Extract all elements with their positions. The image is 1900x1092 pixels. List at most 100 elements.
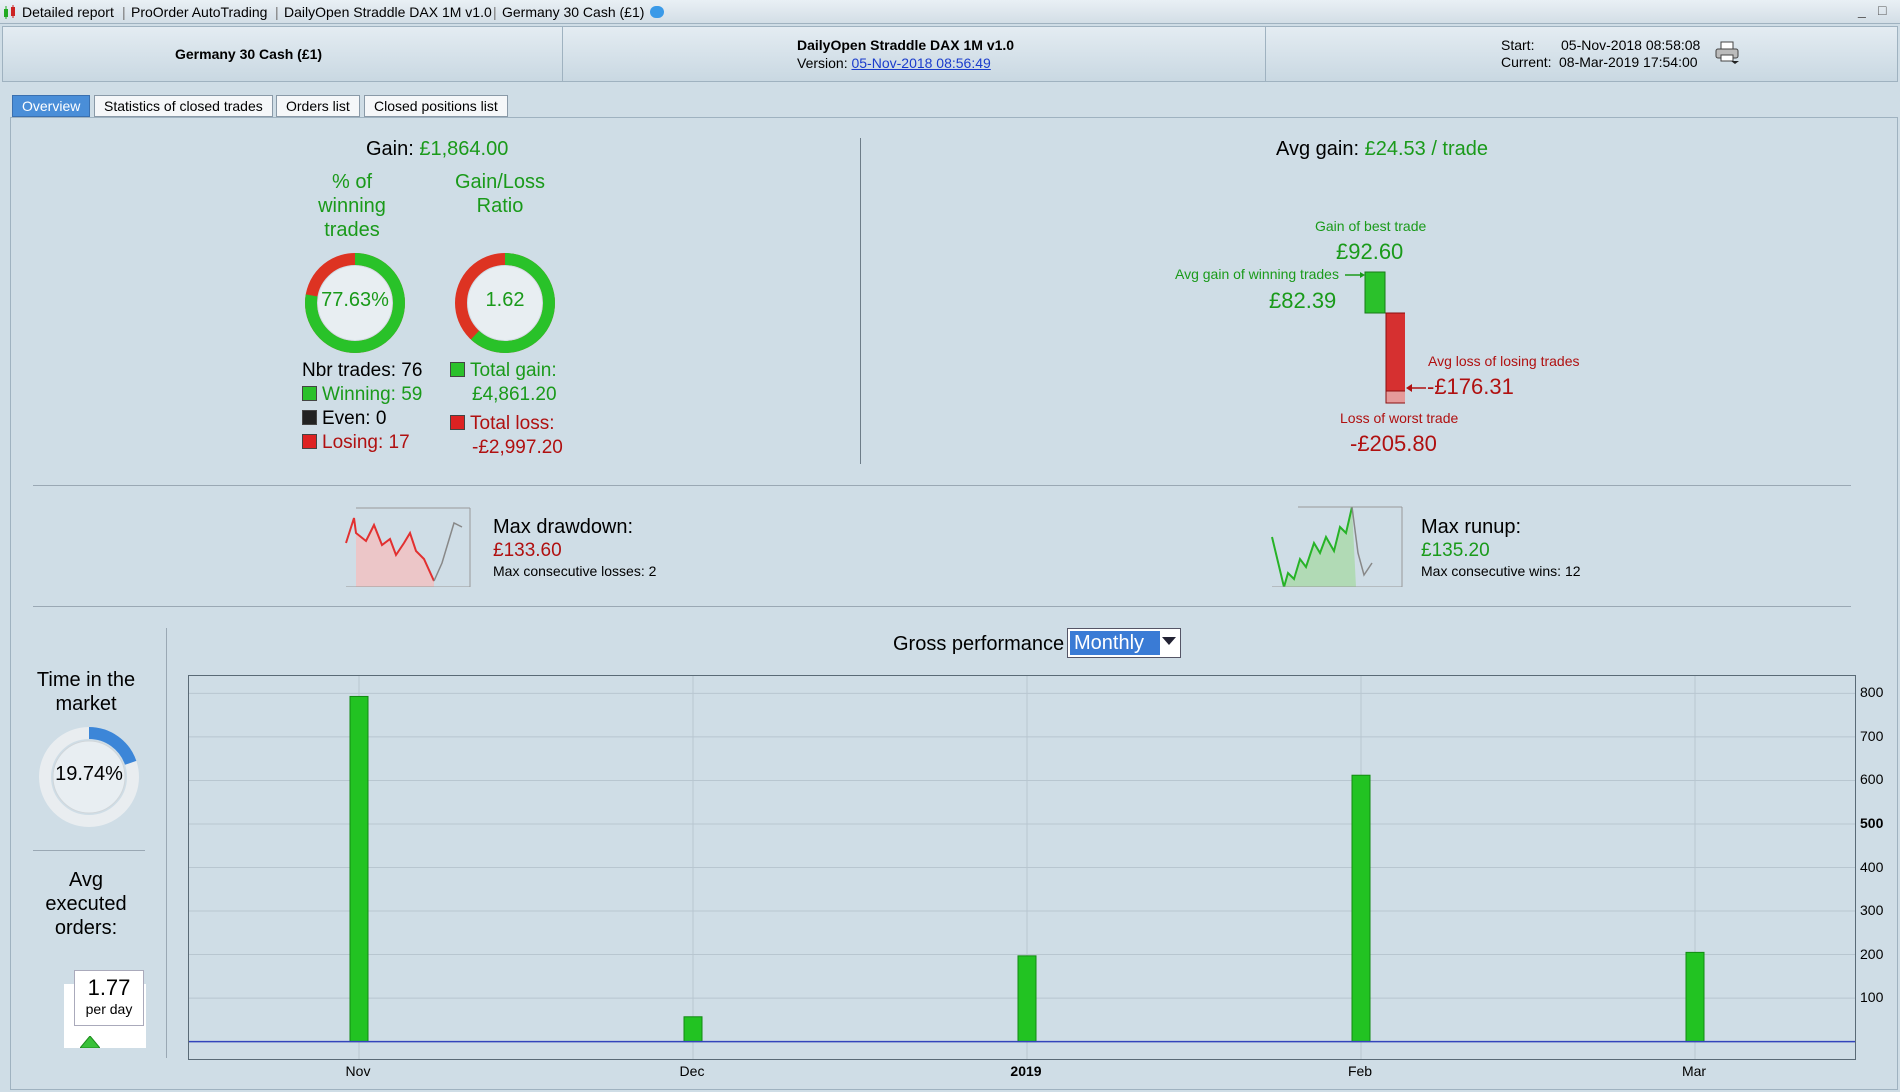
chart-x-axis: Nov Dec 2019 Feb Mar xyxy=(188,1060,1856,1084)
strategy-name: DailyOpen Straddle DAX 1M v1.0 xyxy=(797,37,1015,53)
section-divider-1 xyxy=(33,485,1851,486)
bar-mar[interactable] xyxy=(1685,951,1705,1043)
summary-divider xyxy=(860,138,861,464)
current-label: Current: xyxy=(1501,54,1552,70)
avg-orders-title: Avg executed orders: xyxy=(45,869,127,939)
x-tick-label: 2019 xyxy=(1010,1063,1042,1079)
nbr-trades: Nbr trades: 76 xyxy=(302,360,423,381)
gain-loss-ratio-value: 1.62 xyxy=(485,289,525,311)
chart-y-axis: 100 200 300 400 500 600 700 800 xyxy=(1858,675,1894,1060)
drawdown-value: £133.60 xyxy=(493,540,562,561)
winning-pct-value: 77.63% xyxy=(321,289,389,311)
y-tick-label: 600 xyxy=(1860,771,1884,788)
section-divider-2 xyxy=(33,606,1851,607)
total-loss-swatch xyxy=(450,415,465,430)
trade-range-graphic xyxy=(1345,271,1405,404)
bar-feb[interactable] xyxy=(1351,774,1371,1043)
breadcrumb-autotrading: ProOrder AutoTrading xyxy=(131,4,268,20)
chat-bubble-icon xyxy=(650,6,664,18)
title-bar: Detailed report | ProOrder AutoTrading |… xyxy=(0,0,1900,24)
total-gain-value: £4,861.20 xyxy=(472,384,557,405)
runup-consecutive: Max consecutive wins: 12 xyxy=(1421,563,1581,579)
y-tick-label: 300 xyxy=(1860,902,1884,919)
x-tick-label: Dec xyxy=(679,1063,705,1079)
losing-count: Losing: 17 xyxy=(302,432,410,454)
avg-orders-unit: per day xyxy=(85,1001,133,1017)
time-in-market-value: 19.74% xyxy=(55,763,123,785)
restore-button[interactable]: □ xyxy=(1878,2,1886,18)
y-tick-label: 200 xyxy=(1860,945,1884,962)
avg-winning-label: Avg gain of winning trades xyxy=(1175,266,1339,282)
avg-winning-value: £82.39 xyxy=(1269,288,1337,313)
breadcrumb-strategy: DailyOpen Straddle DAX 1M v1.0 xyxy=(284,4,492,20)
total-gain-label: Total gain: xyxy=(450,360,557,382)
avg-orders-box: 1.77 per day xyxy=(74,970,144,1026)
y-tick-label: 400 xyxy=(1860,858,1884,875)
y-tick-label: 500 xyxy=(1860,814,1884,831)
instrument-name: Germany 30 Cash (£1) xyxy=(175,46,323,62)
period-select-value: Monthly xyxy=(1070,631,1160,655)
bar-dec[interactable] xyxy=(683,1016,703,1043)
runup-label: Max runup: xyxy=(1421,516,1522,538)
chevron-down-icon[interactable] xyxy=(1162,637,1176,645)
drawdown-label: Max drawdown: xyxy=(493,516,634,538)
version-label: Version: xyxy=(797,55,848,71)
time-in-market-title: Time in the market xyxy=(36,669,136,715)
breadcrumb-instrument: Germany 30 Cash (£1) xyxy=(502,4,645,20)
y-tick-label: 100 xyxy=(1860,989,1884,1006)
avg-gain-label: Avg gain: xyxy=(1276,138,1360,160)
even-legend-swatch xyxy=(302,410,317,425)
best-trade-value: £92.60 xyxy=(1336,239,1404,264)
breadcrumb-report: Detailed report xyxy=(22,4,114,20)
tab-overview[interactable]: Overview xyxy=(12,95,91,117)
start-label: Start: xyxy=(1501,37,1535,53)
strategy-cell: DailyOpen Straddle DAX 1M v1.0 Version: … xyxy=(563,27,1266,81)
tab-closed-positions-list[interactable]: Closed positions list xyxy=(364,95,508,117)
printer-icon[interactable] xyxy=(1715,41,1741,65)
even-count: Even: 0 xyxy=(302,408,386,430)
avg-losing-value: -£176.31 xyxy=(1427,374,1514,399)
worst-trade-value: -£205.80 xyxy=(1350,431,1437,456)
runup-value: £135.20 xyxy=(1421,540,1490,561)
candlestick-app-icon xyxy=(4,5,15,19)
chart-title: Gross performance xyxy=(893,633,1065,655)
period-select[interactable]: Monthly xyxy=(1067,628,1181,658)
avg-gain-value: £24.53 / trade xyxy=(1364,138,1489,160)
winning-pct-title: % of winning trades xyxy=(318,171,386,241)
avg-orders-value: 1.77 xyxy=(87,975,131,1000)
instrument-cell: Germany 30 Cash (£1) xyxy=(3,27,563,81)
avg-gain-summary: Avg gain: £24.53 / trade xyxy=(1276,138,1488,161)
y-tick-label: 800 xyxy=(1860,684,1884,701)
y-tick-label: 700 xyxy=(1860,727,1884,744)
winning-count: Winning: 59 xyxy=(302,384,422,406)
tab-statistics-closed-trades[interactable]: Statistics of closed trades xyxy=(94,95,273,117)
gross-performance-chart xyxy=(188,675,1856,1060)
drawdown-consecutive: Max consecutive losses: 2 xyxy=(493,563,657,579)
total-loss-label: Total loss: xyxy=(450,413,554,435)
drawdown-sparkline xyxy=(345,507,471,587)
side-divider-h xyxy=(33,850,145,851)
current-value: 08-Mar-2019 17:54:00 xyxy=(1559,54,1698,70)
tab-orders-list[interactable]: Orders list xyxy=(276,95,360,117)
losing-legend-swatch xyxy=(302,434,317,449)
report-header: Germany 30 Cash (£1) DailyOpen Straddle … xyxy=(2,26,1898,82)
start-value: 05-Nov-2018 08:58:08 xyxy=(1561,37,1701,53)
chart-plot-area xyxy=(189,676,1855,1059)
side-divider xyxy=(166,628,167,1058)
gain-summary: Gain: £1,864.00 xyxy=(366,138,508,161)
version-link[interactable]: 05-Nov-2018 08:56:49 xyxy=(851,55,990,71)
worst-trade-label: Loss of worst trade xyxy=(1340,410,1459,426)
winning-legend-swatch xyxy=(302,386,317,401)
total-gain-swatch xyxy=(450,362,465,377)
x-tick-label: Feb xyxy=(1347,1063,1373,1079)
avg-loss-arrow-icon xyxy=(1406,384,1426,392)
best-trade-label: Gain of best trade xyxy=(1315,218,1427,234)
runup-sparkline xyxy=(1271,506,1403,587)
bar-jan[interactable] xyxy=(1017,955,1037,1043)
avg-losing-label: Avg loss of losing trades xyxy=(1428,353,1580,369)
up-arrow-icon xyxy=(80,1036,100,1048)
bar-nov[interactable] xyxy=(349,695,369,1043)
x-tick-label: Mar xyxy=(1681,1063,1707,1079)
gain-value: £1,864.00 xyxy=(419,138,509,160)
minimize-button[interactable]: _ xyxy=(1858,2,1866,18)
